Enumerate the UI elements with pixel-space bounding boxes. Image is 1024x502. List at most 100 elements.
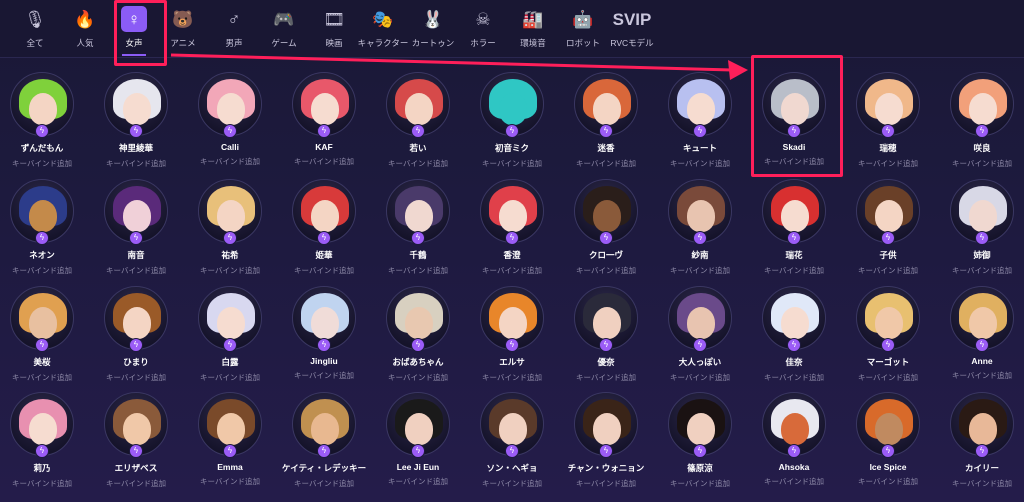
- add-keybind-link[interactable]: キーバインド追加: [482, 265, 542, 276]
- add-keybind-link[interactable]: キーバインド追加: [106, 478, 166, 489]
- voice-card[interactable]: ϟ 白露 キーバインド追加: [184, 286, 276, 386]
- voice-card[interactable]: ϟ Lee Ji Eun キーバインド追加: [372, 392, 464, 492]
- add-keybind-link[interactable]: キーバインド追加: [200, 372, 260, 383]
- add-keybind-link[interactable]: キーバインド追加: [482, 158, 542, 169]
- add-keybind-link[interactable]: キーバインド追加: [764, 265, 824, 276]
- add-keybind-link[interactable]: キーバインド追加: [12, 265, 72, 276]
- tab-masks[interactable]: 🎭 キャラクター: [358, 6, 409, 52]
- voice-card[interactable]: ϟ Emma キーバインド追加: [184, 392, 276, 492]
- add-keybind-link[interactable]: キーバインド追加: [670, 478, 730, 489]
- voice-card[interactable]: ϟ 初音ミク キーバインド追加: [466, 72, 558, 172]
- voice-card[interactable]: ϟ 子供 キーバインド追加: [842, 179, 934, 279]
- add-keybind-link[interactable]: キーバインド追加: [670, 158, 730, 169]
- voice-card[interactable]: ϟ 咲良 キーバインド追加: [936, 72, 1024, 172]
- add-keybind-link[interactable]: キーバインド追加: [764, 372, 824, 383]
- voice-card[interactable]: ϟ 千鶴 キーバインド追加: [372, 179, 464, 279]
- tab-robot[interactable]: 🤖 ロボット: [559, 6, 607, 52]
- add-keybind-link[interactable]: キーバインド追加: [858, 476, 918, 487]
- voice-card[interactable]: ϟ 美桜 キーバインド追加: [0, 286, 88, 386]
- add-keybind-link[interactable]: キーバインド追加: [482, 478, 542, 489]
- voice-card[interactable]: ϟ エリザベス キーバインド追加: [90, 392, 182, 492]
- microphone-icon: 🎙: [24, 9, 46, 29]
- add-keybind-link[interactable]: キーバインド追加: [576, 158, 636, 169]
- voice-card[interactable]: ϟ 神里綾華 キーバインド追加: [90, 72, 182, 172]
- add-keybind-link[interactable]: キーバインド追加: [482, 372, 542, 383]
- add-keybind-link[interactable]: キーバインド追加: [12, 478, 72, 489]
- add-keybind-link[interactable]: キーバインド追加: [200, 476, 260, 487]
- add-keybind-link[interactable]: キーバインド追加: [294, 478, 354, 489]
- add-keybind-link[interactable]: キーバインド追加: [12, 372, 72, 383]
- add-keybind-link[interactable]: キーバインド追加: [858, 372, 918, 383]
- add-keybind-link[interactable]: キーバインド追加: [294, 370, 354, 381]
- add-keybind-link[interactable]: キーバインド追加: [12, 158, 72, 169]
- add-keybind-link[interactable]: キーバインド追加: [858, 265, 918, 276]
- voice-card[interactable]: ϟ エルサ キーバインド追加: [466, 286, 558, 386]
- add-keybind-link[interactable]: キーバインド追加: [576, 265, 636, 276]
- add-keybind-link[interactable]: キーバインド追加: [952, 265, 1012, 276]
- add-keybind-link[interactable]: キーバインド追加: [200, 156, 260, 167]
- voice-card[interactable]: ϟ 莉乃 キーバインド追加: [0, 392, 88, 492]
- voice-card[interactable]: ϟ キュート キーバインド追加: [654, 72, 746, 172]
- voice-card[interactable]: ϟ ケイティ・レデッキー キーバインド追加: [278, 392, 370, 492]
- voice-card[interactable]: ϟ Ice Spice キーバインド追加: [842, 392, 934, 492]
- voice-card[interactable]: ϟ 香澄 キーバインド追加: [466, 179, 558, 279]
- add-keybind-link[interactable]: キーバインド追加: [952, 158, 1012, 169]
- voice-card[interactable]: ϟ ずんだもん キーバインド追加: [0, 72, 88, 172]
- voice-card[interactable]: ϟ 紗南 キーバインド追加: [654, 179, 746, 279]
- voice-card[interactable]: ϟ 迷香 キーバインド追加: [560, 72, 652, 172]
- add-keybind-link[interactable]: キーバインド追加: [388, 476, 448, 487]
- voice-card[interactable]: ϟ 大人っぽい キーバインド追加: [654, 286, 746, 386]
- voice-card[interactable]: ϟ ソン・ヘギョ キーバインド追加: [466, 392, 558, 492]
- add-keybind-link[interactable]: キーバインド追加: [388, 372, 448, 383]
- add-keybind-link[interactable]: キーバインド追加: [576, 478, 636, 489]
- voice-card[interactable]: ϟ 瑞穂 キーバインド追加: [842, 72, 934, 172]
- voice-card[interactable]: ϟ ひまり キーバインド追加: [90, 286, 182, 386]
- voice-card[interactable]: ϟ 篠原涼 キーバインド追加: [654, 392, 746, 492]
- voice-card[interactable]: ϟ カイリー キーバインド追加: [936, 392, 1024, 492]
- voice-card[interactable]: ϟ 南音 キーバインド追加: [90, 179, 182, 279]
- tab-film-reel[interactable]: 🎞 映画: [310, 6, 358, 52]
- add-keybind-link[interactable]: キーバインド追加: [200, 265, 260, 276]
- add-keybind-link[interactable]: キーバインド追加: [952, 370, 1012, 381]
- voice-card[interactable]: ϟ 祐希 キーバインド追加: [184, 179, 276, 279]
- add-keybind-link[interactable]: キーバインド追加: [294, 265, 354, 276]
- add-keybind-link[interactable]: キーバインド追加: [106, 372, 166, 383]
- tab-fire[interactable]: 🔥 人気: [61, 6, 109, 52]
- voice-card[interactable]: ϟ Calli キーバインド追加: [184, 72, 276, 172]
- add-keybind-link[interactable]: キーバインド追加: [952, 478, 1012, 489]
- voice-card[interactable]: ϟ おばあちゃん キーバインド追加: [372, 286, 464, 386]
- tab-svip[interactable]: SVIP RVCモデル: [608, 6, 656, 52]
- tab-microphone[interactable]: 🎙 全て: [11, 6, 59, 52]
- voice-card[interactable]: ϟ Jingliu キーバインド追加: [278, 286, 370, 386]
- voice-card[interactable]: ϟ 佳奈 キーバインド追加: [748, 286, 840, 386]
- voice-card[interactable]: ϟ 若い キーバインド追加: [372, 72, 464, 172]
- voice-card[interactable]: ϟ クロ一ヴ キーバインド追加: [560, 179, 652, 279]
- tab-rabbit[interactable]: 🐰 カートゥン: [409, 6, 457, 52]
- voice-name: 姉御: [973, 250, 991, 260]
- voice-card[interactable]: ϟ 姫華 キーバインド追加: [278, 179, 370, 279]
- add-keybind-link[interactable]: キーバインド追加: [858, 158, 918, 169]
- voice-card[interactable]: ϟ ネオン キーバインド追加: [0, 179, 88, 279]
- voice-card[interactable]: ϟ 瑞花 キーバインド追加: [748, 179, 840, 279]
- tab-factory[interactable]: 🏭 環境音: [509, 6, 557, 52]
- voice-card[interactable]: ϟ Ahsoka キーバインド追加: [748, 392, 840, 492]
- add-keybind-link[interactable]: キーバインド追加: [670, 265, 730, 276]
- add-keybind-link[interactable]: キーバインド追加: [294, 156, 354, 167]
- voice-card[interactable]: ϟ 優奈 キーバインド追加: [560, 286, 652, 386]
- tab-skull[interactable]: ☠ ホラー: [459, 6, 507, 52]
- voice-name: 神里綾華: [118, 143, 153, 153]
- add-keybind-link[interactable]: キーバインド追加: [764, 476, 824, 487]
- add-keybind-link[interactable]: キーバインド追加: [106, 158, 166, 169]
- add-keybind-link[interactable]: キーバインド追加: [106, 265, 166, 276]
- add-keybind-link[interactable]: キーバインド追加: [576, 372, 636, 383]
- tab-gamepad[interactable]: 🎮 ゲーム: [260, 6, 308, 52]
- voice-card[interactable]: ϟ 姉御 キーバインド追加: [936, 179, 1024, 279]
- add-keybind-link[interactable]: キーバインド追加: [388, 265, 448, 276]
- tab-male[interactable]: ♂ 男声: [210, 6, 258, 52]
- voice-card[interactable]: ϟ KAF キーバインド追加: [278, 72, 370, 172]
- voice-card[interactable]: ϟ チャン・ウォニョン キーバインド追加: [560, 392, 652, 492]
- voice-card[interactable]: ϟ Anne キーバインド追加: [936, 286, 1024, 386]
- voice-card[interactable]: ϟ マーゴット キーバインド追加: [842, 286, 934, 386]
- add-keybind-link[interactable]: キーバインド追加: [670, 372, 730, 383]
- add-keybind-link[interactable]: キーバインド追加: [388, 158, 448, 169]
